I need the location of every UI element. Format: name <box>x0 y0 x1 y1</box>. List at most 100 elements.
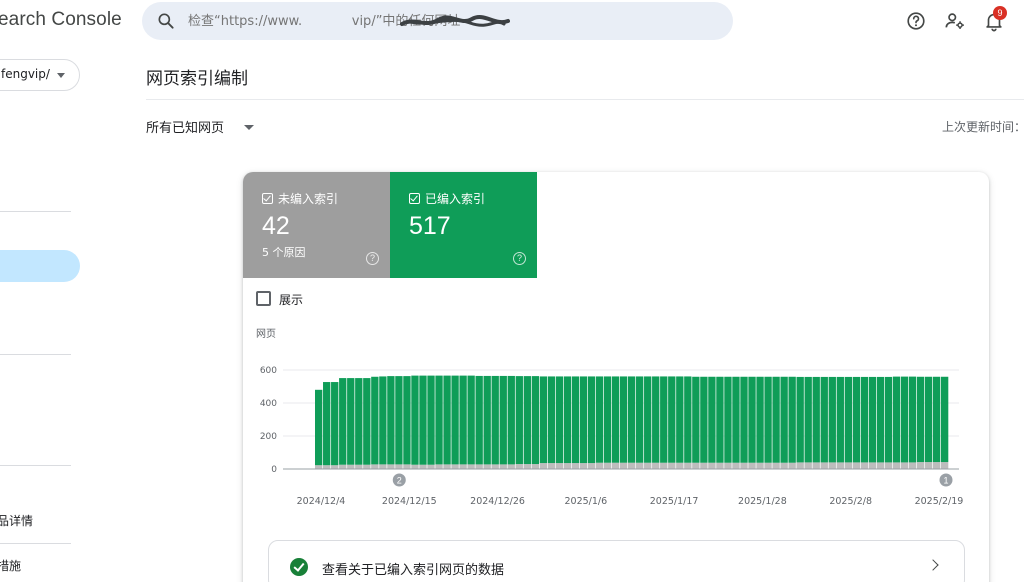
bar-not-indexed <box>940 462 949 469</box>
page-filter-dropdown[interactable]: 所有已知网页 <box>146 117 224 136</box>
bar-not-indexed <box>900 462 909 469</box>
link-label: 查看关于已编入索引网页的数据 <box>322 563 505 578</box>
bar-indexed <box>355 378 363 465</box>
bar-indexed <box>491 375 499 465</box>
chevron-right-icon <box>927 559 939 571</box>
notification-badge: 9 <box>993 6 1007 20</box>
bar-indexed <box>579 376 588 464</box>
bar-indexed <box>844 376 852 463</box>
product-name[interactable]: earch Console <box>0 9 122 31</box>
indexed-tile[interactable]: 已编入索引 517 ? <box>390 172 537 278</box>
bar-not-indexed <box>724 462 732 469</box>
bar-indexed <box>684 376 692 463</box>
bar-indexed <box>916 376 925 463</box>
help-icon[interactable]: ? <box>366 252 379 265</box>
bar-indexed <box>860 376 869 463</box>
bar-indexed <box>619 376 628 463</box>
bar-not-indexed <box>611 462 620 469</box>
not-indexed-tile[interactable]: 未编入索引 42 5 个原因 ? <box>243 172 390 278</box>
bar-not-indexed <box>748 462 756 469</box>
bar-indexed <box>395 376 403 465</box>
bar-not-indexed <box>603 462 612 469</box>
bar-indexed <box>852 376 861 463</box>
bar-indexed <box>724 376 732 463</box>
bar-not-indexed <box>852 462 861 469</box>
bar-not-indexed <box>636 462 644 469</box>
bar-not-indexed <box>331 465 339 469</box>
bar-not-indexed <box>708 462 716 469</box>
bar-not-indexed <box>692 462 700 469</box>
bar-indexed <box>764 376 772 463</box>
bar-not-indexed <box>555 463 564 469</box>
bar-indexed <box>812 376 820 463</box>
bar-indexed <box>804 376 812 463</box>
sidebar-item-measures[interactable]: 措施 <box>0 557 21 574</box>
help-icon[interactable]: ? <box>513 252 526 265</box>
bar-not-indexed <box>435 464 443 469</box>
bar-not-indexed <box>483 464 491 469</box>
y-tick-label: 0 <box>271 465 277 475</box>
bar-not-indexed <box>499 464 507 469</box>
y-tick-label: 200 <box>260 432 277 442</box>
bar-indexed <box>676 376 684 463</box>
bar-indexed <box>692 376 700 463</box>
bar-indexed <box>740 376 748 463</box>
bar-not-indexed <box>684 462 692 469</box>
sidebar-divider <box>0 465 71 466</box>
checkbox-icon[interactable] <box>262 193 273 204</box>
bar-indexed <box>515 376 523 465</box>
bar-not-indexed <box>668 462 676 469</box>
view-indexed-pages-link[interactable]: 查看关于已编入索引网页的数据 <box>268 540 965 582</box>
bar-indexed <box>595 376 604 463</box>
tile-label: 未编入索引 <box>278 192 339 206</box>
manage-users-icon[interactable] <box>944 10 966 32</box>
show-impressions-checkbox[interactable] <box>256 291 271 306</box>
sidebar-divider <box>0 211 71 212</box>
bar-not-indexed <box>820 462 828 469</box>
bar-indexed <box>499 375 507 465</box>
search-icon[interactable] <box>156 11 176 31</box>
sidebar-item-product-details[interactable]: 品详情 <box>0 512 33 529</box>
bar-indexed <box>459 375 467 465</box>
y-tick-label: 400 <box>260 399 277 409</box>
bar-indexed <box>443 375 451 465</box>
bar-indexed <box>539 376 548 464</box>
property-selector[interactable]: fengvip/ <box>0 59 80 91</box>
bar-indexed <box>748 376 756 463</box>
bar-not-indexed <box>804 462 812 469</box>
bar-not-indexed <box>547 463 556 469</box>
bar-not-indexed <box>916 462 925 469</box>
bar-not-indexed <box>756 462 764 469</box>
url-inspection-search[interactable] <box>142 2 733 40</box>
bar-indexed <box>708 376 716 463</box>
bar-not-indexed <box>892 462 901 469</box>
title-divider <box>146 99 1024 100</box>
x-tick-label: 2025/1/6 <box>565 496 608 507</box>
bar-indexed <box>347 378 355 465</box>
bar-not-indexed <box>363 464 371 469</box>
bar-not-indexed <box>323 465 331 469</box>
bar-not-indexed <box>371 464 379 469</box>
bar-indexed <box>611 376 620 463</box>
bar-not-indexed <box>716 462 724 469</box>
checkbox-icon[interactable] <box>409 193 420 204</box>
annotation-label: 1 <box>943 476 948 486</box>
help-icon[interactable] <box>905 10 927 32</box>
bar-not-indexed <box>475 464 483 469</box>
sidebar: fengvip/ 品详情 措施 <box>0 44 100 582</box>
bar-not-indexed <box>740 462 748 469</box>
bar-indexed <box>603 376 612 463</box>
chevron-down-icon[interactable] <box>244 125 254 130</box>
bar-indexed <box>796 376 804 463</box>
bar-not-indexed <box>403 464 411 469</box>
sidebar-item-active[interactable] <box>0 250 80 282</box>
bar-not-indexed <box>563 463 572 469</box>
bar-indexed <box>924 376 933 463</box>
bar-indexed <box>419 375 427 465</box>
bar-not-indexed <box>700 462 708 469</box>
bar-indexed <box>716 376 724 463</box>
bar-not-indexed <box>796 462 804 469</box>
bar-not-indexed <box>579 463 588 469</box>
bar-indexed <box>363 378 371 465</box>
bar-indexed <box>636 376 644 463</box>
